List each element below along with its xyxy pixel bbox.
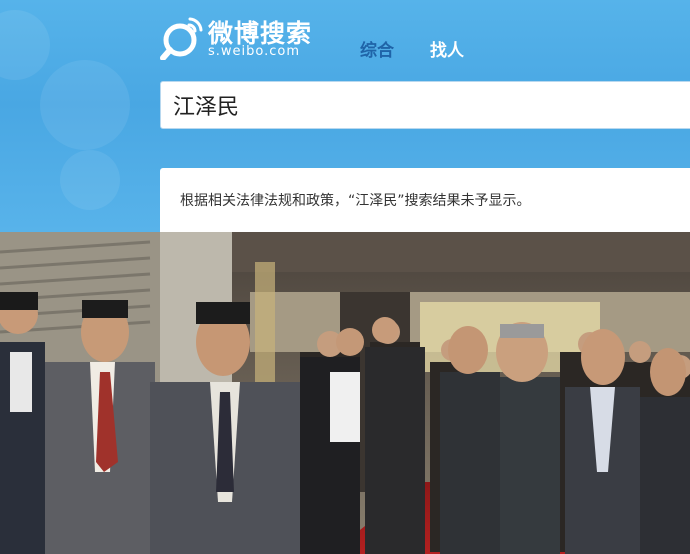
group-photo — [0, 232, 690, 554]
search-input[interactable] — [160, 81, 690, 129]
weibo-search-logo[interactable]: 微博搜索 s.weibo.com — [160, 12, 320, 64]
tab-find-people[interactable]: 找人 — [430, 36, 464, 61]
news-photo — [0, 232, 690, 554]
weibo-logo-icon — [160, 17, 203, 60]
logo-url: s.weibo.com — [208, 44, 301, 59]
notice-text: 根据相关法律法规和政策，“江泽民”搜索结果未予显示。 — [180, 193, 531, 209]
weibo-search-header: 微博搜索 s.weibo.com 综合 找人 根据相关法律法规和政策，“江泽民”… — [0, 0, 690, 232]
background-bokeh — [60, 150, 120, 210]
background-bokeh — [0, 10, 50, 80]
background-bokeh — [40, 60, 130, 150]
tab-comprehensive[interactable]: 综合 — [360, 36, 394, 61]
censorship-notice: 根据相关法律法规和政策，“江泽民”搜索结果未予显示。 — [160, 168, 690, 232]
